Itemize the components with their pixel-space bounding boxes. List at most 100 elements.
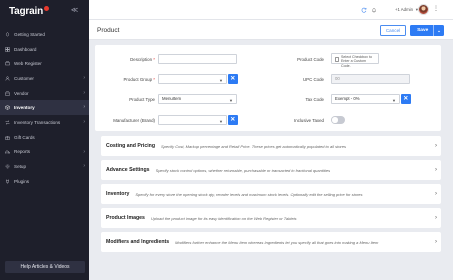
sidebar-item-label: Getting Started [14,31,45,37]
sidebar-item-vendor[interactable]: Vendor › [0,86,89,101]
upc-code-input[interactable]: 00 [331,74,410,84]
brand-dot [43,5,49,11]
avatar[interactable] [418,4,429,15]
checkbox-icon[interactable] [334,57,339,62]
product-code-label: Product Code [297,57,324,62]
help-articles-button[interactable]: Help Articles & Videos [5,261,85,273]
sync-icon[interactable] [360,6,367,13]
more-vertical-icon[interactable]: ⋮ [433,6,439,12]
chevron-right-icon: › [83,119,85,126]
chevron-right-icon: › [83,75,85,82]
sidebar-item-dashboard[interactable]: Dashboard [0,42,89,57]
close-icon: ✕ [230,76,236,83]
section-title: Inventory [106,191,130,197]
user-label[interactable]: +1 Admin [395,7,413,12]
tax-code-label: Tax Code [305,97,324,102]
chevron-right-icon: › [83,89,85,96]
section-modifiers-and-ingredients[interactable]: Modifiers and Ingredients Modifiers furth… [101,232,441,252]
section-description: Specify stock control options, whether r… [155,167,331,173]
manufacturer-label: Manufacturer (Brand) [113,118,155,123]
box-icon [4,105,10,111]
collapse-sidebar-icon[interactable]: ≪ [70,6,79,15]
section-product-images[interactable]: Product Images Upload the product image f… [101,208,441,228]
brand-name: Tagrain [9,5,43,17]
chevron-right-icon[interactable]: › [431,191,441,197]
dashboard-icon [4,46,10,52]
close-icon: ✕ [403,96,409,103]
product-group-select[interactable]: ▼ [158,74,227,84]
chevron-down-icon: ▼ [392,97,396,103]
bell-icon[interactable] [370,6,377,13]
add-manufacturer-button[interactable]: ✕ [228,115,238,125]
users-icon [4,75,10,81]
section-description: Upload the product image for its easy id… [150,215,297,221]
brand-logo[interactable]: Tagrain [9,4,49,18]
plug-icon [4,178,10,184]
sidebar-item-setup[interactable]: Setup › [0,159,89,174]
chevron-right-icon: › [83,163,85,170]
product-type-label: Product Type [129,97,155,102]
top-bar: +1 Admin ▾ ⋮ [89,0,453,20]
cancel-button[interactable]: Cancel [380,25,406,36]
sidebar-item-reports[interactable]: Reports › [0,145,89,160]
save-button[interactable]: Save ⌄ [410,25,444,36]
sidebar-item-label: Gift Cards [14,134,35,140]
toggle-knob [332,117,338,123]
sidebar-item-label: Customer [14,75,34,81]
product-type-value: MenuItem [162,96,182,102]
sidebar-item-customer[interactable]: Customer › [0,71,89,86]
section-title: Product Images [106,215,145,221]
swap-icon [4,119,10,125]
custom-code-hint: Select Checkbox to Enter a Custom Code. [341,55,372,68]
chevron-right-icon[interactable]: › [431,143,441,149]
chevron-down-icon: ▼ [219,77,223,83]
sidebar-item-inventory-transactions[interactable]: Inventory Transactions › [0,115,89,130]
gear-icon [4,164,10,170]
section-title: Costing and Pricing [106,143,155,149]
clear-tax-code-button[interactable]: ✕ [401,94,411,104]
custom-code-checkbox[interactable]: Select Checkbox to Enter a Custom Code. [331,53,379,68]
section-advance-settings[interactable]: Advance Settings Specify stock control op… [101,160,441,180]
section-description: Modifiers further enhance the Menu Item … [175,239,379,245]
sidebar-item-getting-started[interactable]: Getting Started [0,27,89,42]
section-inventory[interactable]: Inventory Specify for every store the ope… [101,184,441,204]
section-costing-and-pricing[interactable]: Costing and Pricing Specify Cost, Markup … [101,136,441,156]
sidebar-item-label: Web Register [14,61,42,67]
manufacturer-select[interactable]: ▼ [158,115,227,125]
sidebar-item-plugins[interactable]: Plugins [0,174,89,189]
sidebar-nav: Getting Started Dashboard Web Register Cust… [0,27,89,189]
chevron-right-icon: › [83,148,85,155]
upc-code-label: UPC Code [303,77,324,82]
chevron-right-icon[interactable]: › [431,239,441,245]
chevron-right-icon[interactable]: › [431,167,441,173]
sidebar-item-gift-cards[interactable]: Gift Cards [0,130,89,145]
chevron-down-icon: ▼ [219,118,223,124]
sidebar-item-label: Setup [14,164,27,170]
inclusive-taxed-label: Inclusive Taxed [294,118,324,123]
description-input[interactable] [158,54,237,64]
vendor-icon [4,90,10,96]
save-button-label: Save [417,28,429,33]
sidebar-item-inventory[interactable]: Inventory › [0,100,89,116]
sidebar-item-label: Plugins [14,178,30,184]
section-title: Advance Settings [106,167,150,173]
sidebar: Tagrain ≪ Getting Started Dashboard Web Re… [0,0,89,280]
product-type-select[interactable]: MenuItem ▼ [158,94,237,104]
chevron-down-icon: ▼ [229,97,233,103]
page-header: Product Cancel Save ⌄ [89,20,453,40]
tax-code-value: Exempt - 0% [335,96,360,102]
rocket-icon [4,31,10,37]
sidebar-item-web-register[interactable]: Web Register [0,56,89,71]
chevron-right-icon[interactable]: › [431,215,441,221]
inclusive-taxed-toggle[interactable] [331,116,345,124]
page-title: Product [97,27,120,34]
chevron-right-icon: › [83,104,85,111]
product-form: Description Product Group ▼ ✕ Product Ty… [95,45,441,131]
tax-code-select[interactable]: Exempt - 0% ▼ [331,94,400,104]
save-options-chevron-icon[interactable]: ⌄ [434,28,444,34]
sidebar-item-label: Inventory Transactions [14,119,61,125]
add-product-group-button[interactable]: ✕ [228,74,238,84]
section-title: Modifiers and Ingredients [106,239,170,245]
sidebar-item-label: Dashboard [14,46,37,52]
chart-icon [4,149,10,155]
